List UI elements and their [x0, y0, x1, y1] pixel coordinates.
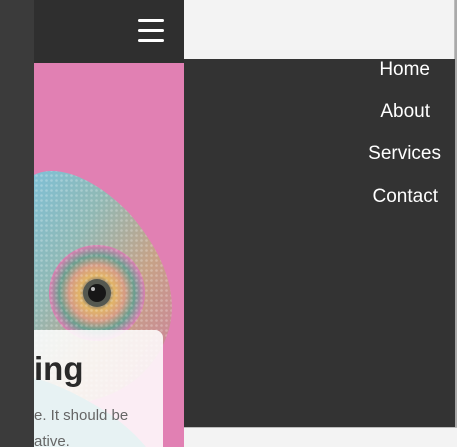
nav-link-about[interactable]: About [380, 101, 430, 123]
hero-text-card: ing e. It should be ative. [34, 330, 163, 447]
mobile-header [34, 0, 184, 63]
hamburger-menu-icon[interactable] [138, 19, 164, 42]
hamburger-line [138, 39, 164, 42]
nav-link-home[interactable]: Home [379, 59, 430, 81]
nav-link-contact[interactable]: Contact [373, 186, 438, 208]
hero-description: e. It should be ative. [34, 403, 163, 447]
hamburger-line [138, 19, 164, 22]
bottom-right-background [184, 427, 457, 447]
left-dark-strip [0, 0, 34, 447]
hamburger-line [138, 29, 164, 32]
nav-link-services[interactable]: Services [368, 143, 441, 165]
browser-viewport: ing e. It should be ative. Home About Se… [0, 0, 457, 447]
hero-title: ing [34, 350, 84, 387]
hero-description-line: e. It should be [34, 407, 129, 424]
hero-description-line: ative. [34, 433, 70, 447]
mobile-page-preview: ing e. It should be ative. [34, 0, 184, 447]
top-right-background [184, 0, 455, 59]
navigation-drawer: Home About Services Contact [184, 59, 455, 427]
